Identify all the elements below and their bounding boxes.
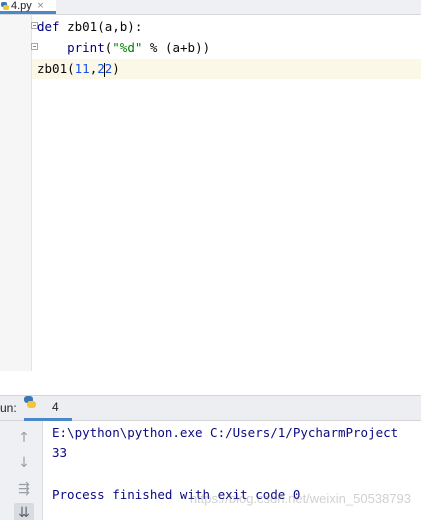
python-file-icon	[1, 1, 9, 10]
code-text: zb01(	[37, 61, 75, 76]
editor-gutter	[0, 15, 38, 371]
code-text: % (a+b))	[142, 40, 211, 55]
console-output-line: 33	[52, 445, 68, 460]
code-text: )	[112, 61, 120, 76]
code-editor[interactable]: def zb01(a,b): print("%d" % (a+b)) zb01(…	[0, 15, 421, 371]
watermark: https://blog.csdn.net/weixin_50538793	[189, 491, 411, 506]
console-command-line: E:\python\python.exe C:/Users/1/PycharmP…	[52, 425, 399, 440]
scroll-to-end-icon[interactable]: ⇊	[14, 503, 34, 520]
keyword-def: def	[37, 19, 60, 34]
run-tool-window-header: un: 4	[0, 395, 421, 421]
builtin-print: print	[67, 40, 105, 55]
number-literal: 11	[74, 61, 90, 76]
python-run-icon	[24, 396, 46, 413]
run-tab-4[interactable]: 4	[24, 396, 72, 421]
editor-tab-label: 4.py	[11, 0, 32, 12]
run-label: un:	[0, 401, 17, 415]
close-icon[interactable]: ×	[37, 0, 45, 12]
ide-window: 4.py × def zb01(a,b): print("%d" % (a+b)…	[0, 0, 421, 520]
run-tab-label: 4	[52, 400, 59, 414]
code-line-1: def zb01(a,b):	[37, 17, 142, 37]
down-arrow-icon[interactable]: ↓	[14, 453, 34, 473]
run-toolbar: ↑ ↓ ⇶ ⇊	[0, 421, 43, 520]
code-line-3: zb01(11,22)	[37, 59, 120, 79]
code-line-2: print("%d" % (a+b))	[37, 38, 210, 58]
code-text: zb01(a,b):	[59, 19, 143, 34]
editor-tab-bar: 4.py ×	[0, 0, 421, 15]
up-arrow-icon[interactable]: ↑	[14, 428, 34, 448]
editor-tab-4py[interactable]: 4.py ×	[0, 0, 56, 14]
soft-wrap-icon[interactable]: ⇶	[14, 479, 34, 499]
string-literal: "%d"	[112, 40, 143, 55]
